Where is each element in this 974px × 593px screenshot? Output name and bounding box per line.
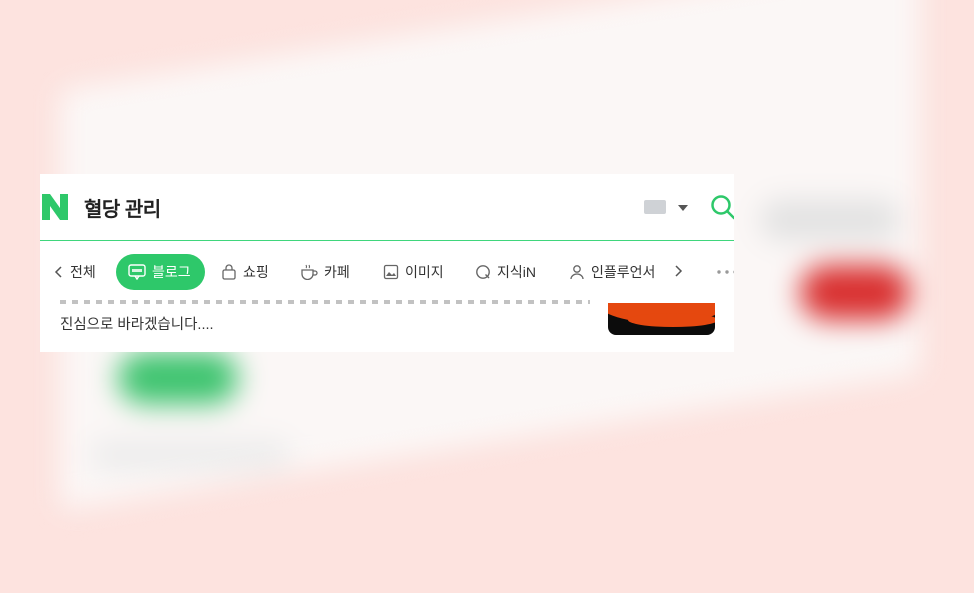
background-red-button: [800, 265, 910, 320]
background-shape: [90, 440, 290, 470]
tab-label: 전체: [70, 264, 96, 280]
naver-logo-icon[interactable]: [42, 194, 68, 220]
result-snippet[interactable]: 진심으로 바라겠습니다....: [60, 313, 214, 334]
tab-influencer[interactable]: 인플루언서: [569, 254, 655, 290]
tab-label: 블로그: [152, 264, 191, 280]
tab-label: 이미지: [405, 264, 444, 280]
tab-bar: 전체 블로그 쇼핑 카페 이미지 지식iN 인플루언서: [40, 254, 734, 290]
image-icon: [383, 264, 399, 280]
tab-all[interactable]: 전체: [54, 254, 96, 290]
shopping-bag-icon: [221, 264, 237, 280]
tab-cafe[interactable]: 카페: [300, 254, 350, 290]
blog-icon: [128, 264, 146, 280]
knowledge-q-icon: [475, 264, 491, 280]
keyboard-icon[interactable]: [644, 200, 666, 214]
tab-label: 카페: [324, 264, 350, 280]
tab-label: 인플루언서: [591, 264, 656, 280]
more-icon[interactable]: [716, 269, 734, 275]
search-icon[interactable]: [710, 194, 734, 220]
search-header: 혈당 관리: [40, 174, 734, 241]
tab-label: 지식iN: [497, 264, 536, 280]
truncated-text-line: [60, 300, 590, 304]
tab-shopping[interactable]: 쇼핑: [221, 254, 269, 290]
search-query[interactable]: 혈당 관리: [84, 193, 161, 222]
chevron-down-icon[interactable]: [678, 205, 688, 211]
chevron-left-icon: [54, 265, 64, 279]
result-thumbnail[interactable]: [608, 303, 715, 335]
search-card: 혈당 관리 전체 블로그 쇼핑 카페 이미지 지식iN 인플루언서 진심으로 바…: [40, 174, 734, 352]
background-shape: [760, 200, 900, 240]
cafe-cup-icon: [300, 264, 318, 280]
tab-images[interactable]: 이미지: [383, 254, 444, 290]
tab-blog[interactable]: 블로그: [116, 254, 205, 290]
tab-knowledge-in[interactable]: 지식iN: [475, 254, 536, 290]
background-green-button: [118, 352, 238, 404]
person-icon: [569, 264, 585, 280]
chevron-right-icon[interactable]: [672, 264, 686, 278]
tab-label: 쇼핑: [243, 264, 269, 280]
